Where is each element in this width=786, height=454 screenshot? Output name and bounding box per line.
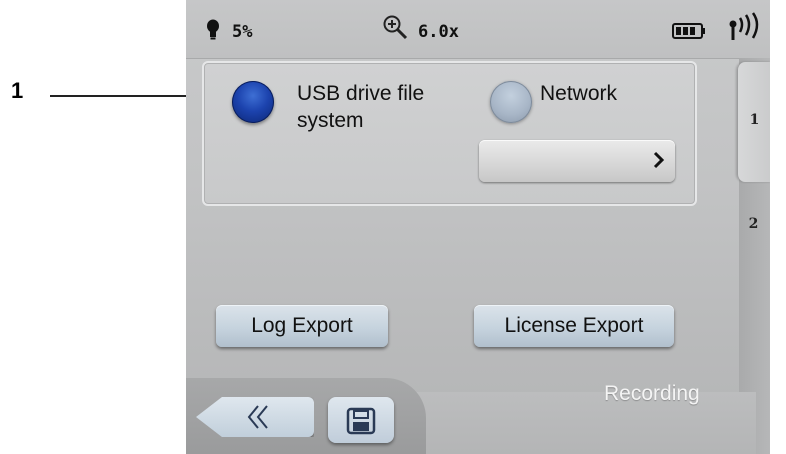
network-select-button[interactable]	[479, 140, 675, 182]
storage-panel: USB drive file system Network	[202, 61, 697, 206]
tab-1-label: 1	[749, 112, 760, 128]
license-export-button[interactable]: License Export	[474, 305, 674, 347]
double-chevron-left-icon	[247, 405, 268, 429]
light-level: 5%	[232, 22, 253, 42]
signal-icon	[729, 12, 759, 40]
chevron-right-icon	[653, 151, 665, 169]
zoom-level: 6.0x	[418, 22, 459, 42]
device-screen: 5% 6.0x 1 2 USB drive file system Networ…	[186, 0, 770, 454]
save-button[interactable]	[328, 397, 394, 443]
network-option-label[interactable]: Network	[540, 80, 617, 107]
bulb-icon	[207, 19, 219, 40]
battery-icon	[672, 23, 705, 39]
section-label: Recording	[604, 382, 700, 405]
tab-1[interactable]: 1	[737, 62, 770, 182]
usb-option-label[interactable]: USB drive file system	[297, 80, 477, 134]
tab-2[interactable]: 2	[737, 212, 770, 252]
network-radio-button[interactable]	[490, 81, 532, 123]
tab-2-label: 2	[748, 216, 759, 232]
footer-bar	[416, 392, 756, 454]
log-export-button[interactable]: Log Export	[216, 305, 388, 347]
callout-number: 1	[11, 78, 24, 103]
usb-radio-button[interactable]	[232, 81, 274, 123]
zoom-icon	[383, 15, 408, 40]
save-icon	[346, 407, 376, 435]
status-bar: 5% 6.0x	[186, 0, 770, 59]
